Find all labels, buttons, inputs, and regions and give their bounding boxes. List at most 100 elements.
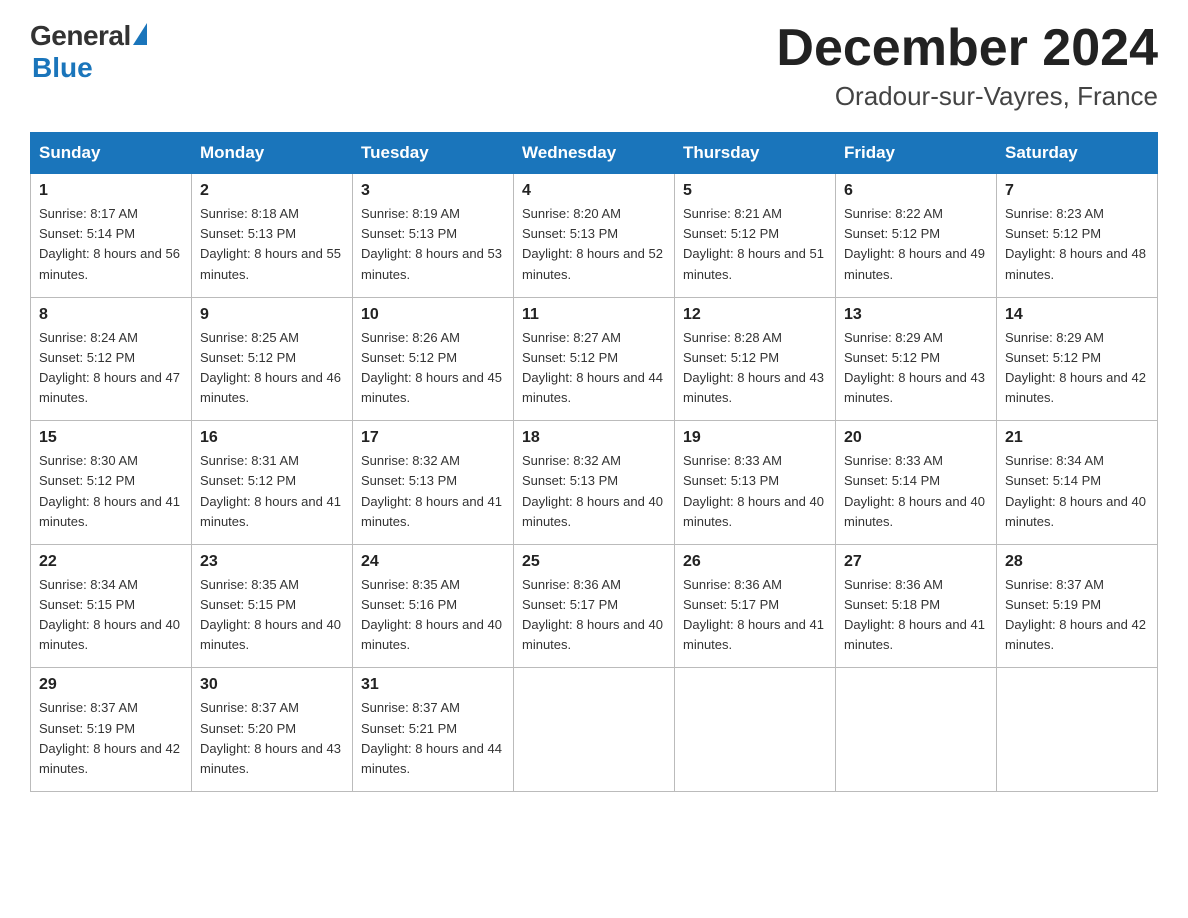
logo-blue-text: Blue [32,52,93,84]
calendar-day-cell: 28 Sunrise: 8:37 AMSunset: 5:19 PMDayligh… [997,544,1158,668]
calendar-day-cell: 20 Sunrise: 8:33 AMSunset: 5:14 PMDayligh… [836,421,997,545]
calendar-day-cell: 13 Sunrise: 8:29 AMSunset: 5:12 PMDayligh… [836,297,997,421]
calendar-day-cell: 6 Sunrise: 8:22 AMSunset: 5:12 PMDaylight… [836,174,997,298]
day-info: Sunrise: 8:26 AMSunset: 5:12 PMDaylight:… [361,328,505,409]
day-of-week-header: Wednesday [514,133,675,174]
day-number: 23 [200,553,344,571]
calendar-day-cell: 27Sunrise: 8:36 AMSunset: 5:18 PMDayligh… [836,544,997,668]
day-info: Sunrise: 8:24 AMSunset: 5:12 PMDaylight:… [39,328,183,409]
logo-general-text: General [30,20,131,52]
calendar-week-row: 15 Sunrise: 8:30 AMSunset: 5:12 PMDayligh… [31,421,1158,545]
day-number: 8 [39,306,183,324]
day-info: Sunrise: 8:37 AMSunset: 5:19 PMDaylight:… [1005,575,1149,656]
calendar-table: SundayMondayTuesdayWednesdayThursdayFrid… [30,132,1158,792]
day-info: Sunrise: 8:32 AMSunset: 5:13 PMDaylight:… [361,451,505,532]
day-number: 15 [39,429,183,447]
day-number: 21 [1005,429,1149,447]
day-number: 26 [683,553,827,571]
day-number: 19 [683,429,827,447]
day-number: 16 [200,429,344,447]
calendar-day-cell: 29 Sunrise: 8:37 AMSunset: 5:19 PMDayligh… [31,668,192,792]
day-info: Sunrise: 8:37 AMSunset: 5:19 PMDaylight:… [39,698,183,779]
day-info: Sunrise: 8:25 AMSunset: 5:12 PMDaylight:… [200,328,344,409]
calendar-week-row: 29 Sunrise: 8:37 AMSunset: 5:19 PMDayligh… [31,668,1158,792]
day-number: 13 [844,306,988,324]
day-info: Sunrise: 8:28 AMSunset: 5:12 PMDaylight:… [683,328,827,409]
calendar-day-cell: 15 Sunrise: 8:30 AMSunset: 5:12 PMDayligh… [31,421,192,545]
calendar-day-cell: 3 Sunrise: 8:19 AMSunset: 5:13 PMDaylight… [353,174,514,298]
day-number: 31 [361,676,505,694]
day-number: 10 [361,306,505,324]
month-title: December 2024 [776,20,1158,77]
day-of-week-header: Sunday [31,133,192,174]
day-info: Sunrise: 8:22 AMSunset: 5:12 PMDaylight:… [844,204,988,285]
day-info: Sunrise: 8:23 AMSunset: 5:12 PMDaylight:… [1005,204,1149,285]
day-number: 11 [522,306,666,324]
day-info: Sunrise: 8:18 AMSunset: 5:13 PMDaylight:… [200,204,344,285]
calendar-day-cell: 21Sunrise: 8:34 AMSunset: 5:14 PMDayligh… [997,421,1158,545]
calendar-day-cell [836,668,997,792]
day-of-week-header: Saturday [997,133,1158,174]
day-info: Sunrise: 8:34 AMSunset: 5:15 PMDaylight:… [39,575,183,656]
page-header: General Blue December 2024 Oradour-sur-V… [30,20,1158,112]
logo: General Blue [30,20,147,84]
calendar-day-cell: 7Sunrise: 8:23 AMSunset: 5:12 PMDaylight… [997,174,1158,298]
calendar-day-cell: 24Sunrise: 8:35 AMSunset: 5:16 PMDayligh… [353,544,514,668]
day-number: 28 [1005,553,1149,571]
day-number: 4 [522,182,666,200]
day-number: 22 [39,553,183,571]
day-info: Sunrise: 8:30 AMSunset: 5:12 PMDaylight:… [39,451,183,532]
day-info: Sunrise: 8:27 AMSunset: 5:12 PMDaylight:… [522,328,666,409]
day-info: Sunrise: 8:35 AMSunset: 5:15 PMDaylight:… [200,575,344,656]
day-number: 29 [39,676,183,694]
calendar-day-cell [675,668,836,792]
calendar-week-row: 8 Sunrise: 8:24 AMSunset: 5:12 PMDaylight… [31,297,1158,421]
calendar-day-cell: 23 Sunrise: 8:35 AMSunset: 5:15 PMDayligh… [192,544,353,668]
calendar-day-cell: 12Sunrise: 8:28 AMSunset: 5:12 PMDayligh… [675,297,836,421]
day-number: 25 [522,553,666,571]
calendar-day-cell: 10 Sunrise: 8:26 AMSunset: 5:12 PMDayligh… [353,297,514,421]
calendar-day-cell: 14 Sunrise: 8:29 AMSunset: 5:12 PMDayligh… [997,297,1158,421]
calendar-day-cell: 19 Sunrise: 8:33 AMSunset: 5:13 PMDayligh… [675,421,836,545]
day-number: 20 [844,429,988,447]
calendar-day-cell: 11 Sunrise: 8:27 AMSunset: 5:12 PMDayligh… [514,297,675,421]
calendar-day-cell: 1 Sunrise: 8:17 AMSunset: 5:14 PMDaylight… [31,174,192,298]
day-number: 27 [844,553,988,571]
day-info: Sunrise: 8:17 AMSunset: 5:14 PMDaylight:… [39,204,183,285]
calendar-day-cell: 2Sunrise: 8:18 AMSunset: 5:13 PMDaylight… [192,174,353,298]
calendar-header-row: SundayMondayTuesdayWednesdayThursdayFrid… [31,133,1158,174]
calendar-week-row: 22 Sunrise: 8:34 AMSunset: 5:15 PMDayligh… [31,544,1158,668]
day-number: 18 [522,429,666,447]
day-number: 14 [1005,306,1149,324]
day-info: Sunrise: 8:19 AMSunset: 5:13 PMDaylight:… [361,204,505,285]
day-info: Sunrise: 8:21 AMSunset: 5:12 PMDaylight:… [683,204,827,285]
calendar-day-cell: 5 Sunrise: 8:21 AMSunset: 5:12 PMDaylight… [675,174,836,298]
day-number: 3 [361,182,505,200]
day-of-week-header: Tuesday [353,133,514,174]
calendar-day-cell: 18 Sunrise: 8:32 AMSunset: 5:13 PMDayligh… [514,421,675,545]
location-title: Oradour-sur-Vayres, France [776,81,1158,112]
calendar-day-cell [997,668,1158,792]
day-info: Sunrise: 8:31 AMSunset: 5:12 PMDaylight:… [200,451,344,532]
day-number: 1 [39,182,183,200]
day-info: Sunrise: 8:29 AMSunset: 5:12 PMDaylight:… [1005,328,1149,409]
day-info: Sunrise: 8:33 AMSunset: 5:13 PMDaylight:… [683,451,827,532]
calendar-day-cell: 16 Sunrise: 8:31 AMSunset: 5:12 PMDayligh… [192,421,353,545]
day-info: Sunrise: 8:33 AMSunset: 5:14 PMDaylight:… [844,451,988,532]
day-number: 9 [200,306,344,324]
day-info: Sunrise: 8:36 AMSunset: 5:17 PMDaylight:… [683,575,827,656]
day-number: 17 [361,429,505,447]
calendar-day-cell: 30Sunrise: 8:37 AMSunset: 5:20 PMDayligh… [192,668,353,792]
day-number: 6 [844,182,988,200]
day-of-week-header: Monday [192,133,353,174]
day-number: 5 [683,182,827,200]
day-number: 24 [361,553,505,571]
calendar-day-cell: 25Sunrise: 8:36 AMSunset: 5:17 PMDayligh… [514,544,675,668]
calendar-day-cell: 8 Sunrise: 8:24 AMSunset: 5:12 PMDaylight… [31,297,192,421]
calendar-day-cell: 26 Sunrise: 8:36 AMSunset: 5:17 PMDayligh… [675,544,836,668]
day-info: Sunrise: 8:32 AMSunset: 5:13 PMDaylight:… [522,451,666,532]
calendar-day-cell: 31Sunrise: 8:37 AMSunset: 5:21 PMDayligh… [353,668,514,792]
logo-triangle-icon [133,23,147,45]
calendar-day-cell: 22 Sunrise: 8:34 AMSunset: 5:15 PMDayligh… [31,544,192,668]
day-info: Sunrise: 8:29 AMSunset: 5:12 PMDaylight:… [844,328,988,409]
